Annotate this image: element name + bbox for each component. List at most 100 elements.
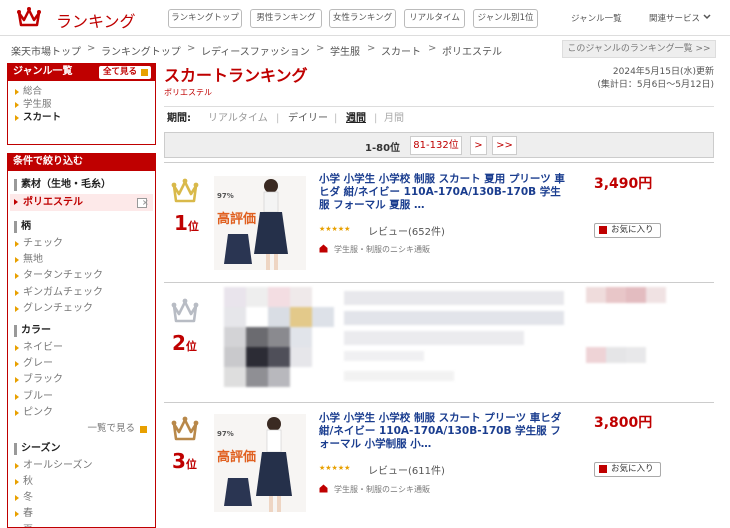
period-separator: | [374, 113, 378, 124]
product-image[interactable]: 97% 高評価 [214, 414, 306, 512]
nav-female-ranking[interactable]: 女性ランキング [329, 9, 396, 28]
color-blue[interactable]: ブルー [14, 389, 149, 405]
update-date: 2024年5月15日(水)更新 [612, 67, 714, 77]
color-gray[interactable]: グレー [14, 356, 149, 372]
crown-silver-icon [171, 298, 199, 323]
heart-icon [599, 226, 607, 234]
period-weekly[interactable]: 週間 [346, 107, 366, 131]
update-info: 2024年5月15日(水)更新 (集計日：5月6日～5月12日) [597, 66, 714, 92]
favorite-label: お気に入り [611, 464, 654, 474]
crown-logo-icon[interactable] [16, 6, 42, 28]
breadcrumb-ladies-fashion[interactable]: レディースファッション [201, 43, 310, 58]
genre-list-title: ジャンル一覧 [13, 66, 73, 77]
header: ランキング ランキングトップ 男性ランキング 女性ランキング リアルタイム ジャ… [0, 0, 730, 36]
pager-next-button[interactable]: > [470, 136, 487, 155]
chevron-down-icon[interactable] [703, 14, 711, 20]
genre-link-school-uniform[interactable]: 学生服 [14, 98, 149, 111]
rating-stars: ★★★★★ [319, 464, 351, 472]
pager-next-range[interactable]: 81-132位 [410, 136, 462, 155]
page-title: スカートランキング [164, 66, 308, 85]
filter-head: 条件で絞り込む [7, 153, 156, 171]
period-realtime[interactable]: リアルタイム [208, 107, 268, 131]
related-services-menu[interactable]: 関連サービス [649, 12, 700, 24]
genre-list-head: ジャンル一覧 全て見る [7, 63, 156, 81]
rank-number: 3位 [172, 449, 197, 473]
breadcrumb-separator: > [316, 43, 325, 54]
genre-list-link[interactable]: ジャンル一覧 [571, 12, 622, 24]
color-more-link[interactable]: 一覧で見る [14, 421, 149, 437]
sidebar: ジャンル一覧 全て見る 総合 学生服 スカート 条件で絞り込む 素材（生地・毛糸… [7, 63, 156, 528]
season-summer[interactable]: 夏 [14, 523, 149, 527]
favorite-button[interactable]: お気に入り [594, 223, 661, 238]
nav-ranking-top[interactable]: ランキングトップ [168, 9, 242, 28]
season-spring[interactable]: 春 [14, 506, 149, 522]
genre-ranking-list-link[interactable]: このジャンルのランキング一覧 >> [562, 40, 716, 58]
rank-number: 1位 [174, 211, 199, 235]
genre-link-overall[interactable]: 総合 [14, 85, 149, 98]
breadcrumb-school-uniform[interactable]: 学生服 [330, 43, 360, 58]
pattern-check[interactable]: チェック [14, 236, 149, 252]
pattern-glen-check[interactable]: グレンチェック [14, 301, 149, 317]
pattern-tartan[interactable]: タータンチェック [14, 268, 149, 284]
pattern-gingham[interactable]: ギンガムチェック [14, 285, 149, 301]
badge-percent: 97% [217, 192, 234, 200]
color-black[interactable]: ブラック [14, 372, 149, 388]
pager-current: 1-80位 [365, 143, 401, 154]
price: 3,800円 [594, 415, 653, 431]
material-selected-polyester[interactable]: ポリエステル × [10, 194, 153, 211]
color-pink[interactable]: ピンク [14, 405, 149, 421]
pattern-section-label: 柄 [14, 221, 149, 233]
period-separator: | [334, 113, 338, 124]
season-winter[interactable]: 冬 [14, 490, 149, 506]
ranking-item: 1位 97% 高評価 小学 小学生 小学校 制服 スカート 夏用 プリーツ 車ヒ… [164, 162, 714, 276]
subgenre-label: ポリエステル [164, 88, 212, 97]
color-navy[interactable]: ネイビー [14, 340, 149, 356]
season-autumn[interactable]: 秋 [14, 474, 149, 490]
badge-text: 高評価 [217, 212, 257, 227]
breadcrumb-skirt[interactable]: スカート [381, 43, 421, 58]
review-link[interactable]: レビュー(652件) [368, 223, 445, 238]
nav-male-ranking[interactable]: 男性ランキング [250, 9, 322, 28]
period-daily[interactable]: デイリー [288, 107, 328, 131]
genre-link-skirt[interactable]: スカート [14, 111, 149, 124]
logo-text[interactable]: ランキング [56, 8, 136, 32]
season-all[interactable]: オールシーズン [14, 458, 149, 474]
breadcrumb-separator: > [428, 43, 437, 54]
heart-icon [599, 465, 607, 473]
product-image[interactable]: 97% 高評価 [214, 176, 306, 270]
product-title[interactable]: 小学 小学生 小学校 制服 スカート 夏用 プリーツ 車ヒダ 紺/ネイビー 11… [319, 173, 569, 212]
ranking-item: 2位 [164, 282, 714, 396]
shop-icon [319, 484, 328, 493]
aggregation-period: (集計日：5月6日～5月12日) [597, 80, 714, 90]
pager-last-button[interactable]: >> [492, 136, 517, 155]
favorite-button[interactable]: お気に入り [594, 462, 661, 477]
shop-icon [319, 244, 328, 253]
review-link[interactable]: レビュー(611件) [368, 462, 445, 477]
remove-filter-icon[interactable]: × [137, 198, 149, 208]
shop-name[interactable]: 学生服・制服のニシキ通販 [334, 484, 430, 495]
breadcrumb-ranking-top[interactable]: ランキングトップ [101, 43, 181, 58]
filter-box: 素材（生地・毛糸） ポリエステル × 柄 チェック 無地 タータンチェック ギン… [7, 171, 156, 528]
pager: 1-80位 81-132位 > >> [164, 132, 714, 158]
rating-stars: ★★★★★ [319, 225, 351, 233]
period-selector: 期間: リアルタイム | デイリー | 週間 | 月間 [164, 106, 714, 130]
breadcrumb-separator: > [367, 43, 376, 54]
shop-name[interactable]: 学生服・制服のニシキ通販 [334, 244, 430, 255]
ranking-item: 3位 97% 高評価 小学 小学生 小学校 制服 スカート プリーツ 車ヒダ 紺… [164, 402, 714, 514]
blurred-product-image [224, 287, 564, 387]
price: 3,490円 [594, 176, 653, 192]
period-label: 期間: [167, 113, 191, 124]
period-separator: | [276, 113, 280, 124]
genre-list-box: 総合 学生服 スカート [7, 81, 156, 145]
breadcrumb-separator: > [87, 43, 96, 54]
product-title[interactable]: 小学 小学生 小学校 制服 スカート プリーツ 車ヒダ 紺/ネイビー 110A-… [319, 412, 569, 451]
filter-title: 条件で絞り込む [13, 156, 83, 167]
color-section-label: カラー [14, 324, 149, 337]
see-all-button[interactable]: 全て見る [98, 66, 151, 79]
material-selected-label: ポリエステル [23, 197, 83, 208]
breadcrumb-rakuten-top[interactable]: 楽天市場トップ [11, 43, 81, 58]
period-monthly[interactable]: 月間 [384, 107, 404, 131]
nav-realtime[interactable]: リアルタイム [404, 9, 465, 28]
nav-genre-first[interactable]: ジャンル別1位 [473, 9, 538, 28]
pattern-plain[interactable]: 無地 [14, 252, 149, 268]
